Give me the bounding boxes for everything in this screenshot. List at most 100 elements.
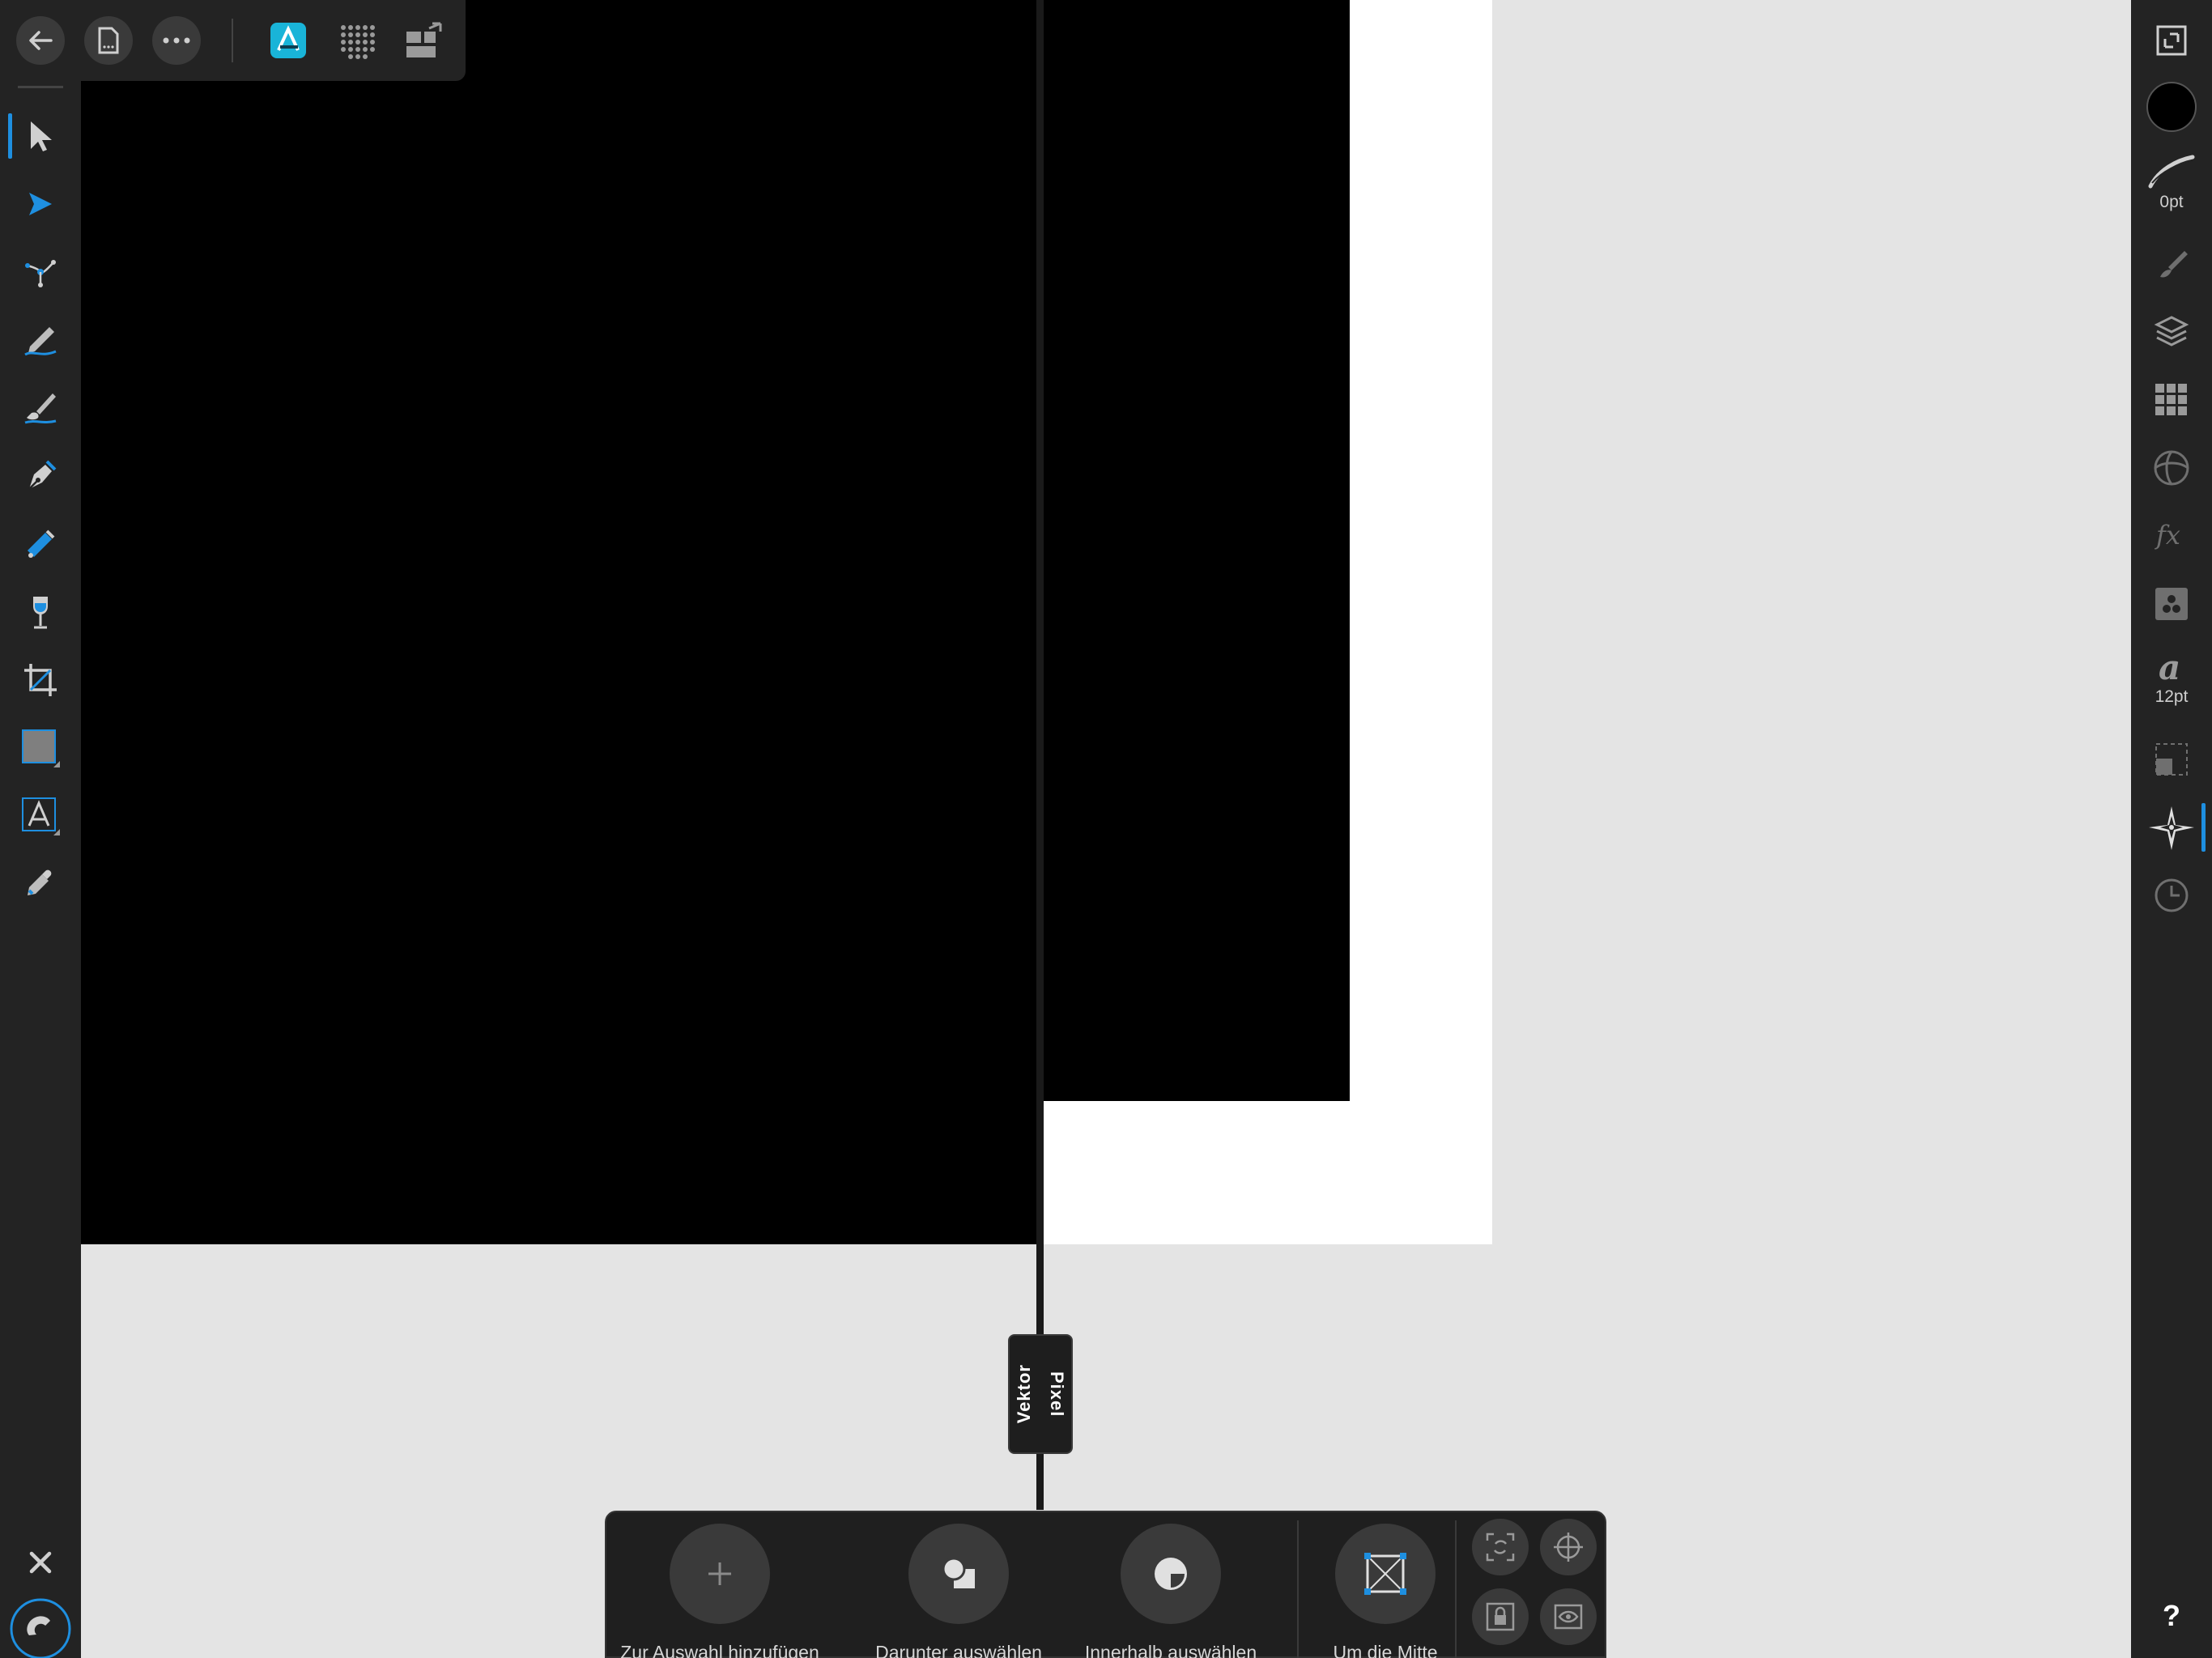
add-to-selection-control[interactable]: Zur Auswahl hinzufügen <box>620 1524 819 1658</box>
adjustments-studio-button[interactable] <box>2131 434 2212 502</box>
rotate-center-control[interactable]: Um die Mitte <box>1296 1524 1474 1658</box>
select-inside-label: Innerhalb auswählen <box>1084 1642 1257 1658</box>
magnet-icon <box>10 1598 71 1658</box>
crop-tool-icon <box>24 664 57 696</box>
context-separator <box>1455 1520 1457 1658</box>
designer-persona-icon <box>270 23 306 58</box>
vector-brush-tool-button[interactable] <box>0 374 81 442</box>
transparency-tool-button[interactable] <box>0 578 81 646</box>
close-icon <box>29 1551 52 1574</box>
stroke-icon <box>2148 155 2195 189</box>
corner-tool-button[interactable] <box>0 238 81 306</box>
history-clock-icon <box>2155 878 2189 912</box>
rectangle-tool-button[interactable] <box>0 714 81 782</box>
node-tool-icon <box>29 193 52 215</box>
pen-tool-button[interactable] <box>0 442 81 510</box>
font-icon: a <box>2159 650 2180 684</box>
select-inside-button[interactable] <box>1121 1524 1221 1624</box>
add-to-selection-button[interactable] <box>670 1524 770 1624</box>
rotate-center-label: Um die Mitte <box>1333 1642 1438 1658</box>
transform-center-icon <box>1364 1553 1406 1595</box>
snapping-button[interactable] <box>0 1595 81 1658</box>
artistic-text-tool-icon <box>22 797 60 835</box>
vector-label: Vektor <box>1014 1364 1034 1424</box>
select-inside-icon <box>1155 1558 1187 1590</box>
artistic-text-tool-button[interactable] <box>0 782 81 850</box>
fullscreen-icon <box>2156 25 2187 56</box>
corner-tool-icon <box>25 260 56 287</box>
cancel-button[interactable] <box>0 1528 81 1596</box>
crop-tool-button[interactable] <box>0 646 81 714</box>
fill-tool-icon <box>28 529 55 558</box>
pixel-persona-button[interactable] <box>332 16 381 65</box>
layers-icon <box>2154 316 2189 346</box>
text-studio-button[interactable]: a 12pt <box>2131 640 2212 717</box>
rotate-object-icon <box>1486 1533 1515 1562</box>
lock-children-icon <box>1486 1602 1515 1631</box>
designer-persona-button[interactable] <box>264 16 313 65</box>
symbols-icon <box>2155 588 2188 620</box>
transform-studio-button[interactable] <box>2131 725 2212 793</box>
brushes-studio-button[interactable] <box>2131 230 2212 298</box>
select-under-control[interactable]: Darunter auswählen <box>870 1524 1048 1658</box>
vector-brush-tool-icon <box>24 393 57 424</box>
navigator-compass-icon <box>2149 806 2194 850</box>
select-under-icon <box>942 1557 975 1588</box>
layers-studio-button[interactable] <box>2131 298 2212 366</box>
black-rectangle-shape[interactable] <box>81 0 1038 1244</box>
select-under-label: Darunter auswählen <box>875 1642 1042 1658</box>
color-swatch-icon <box>2146 82 2197 132</box>
black-rectangle-shape-pixel[interactable] <box>1043 0 1350 1101</box>
swatches-studio-button[interactable] <box>2131 366 2212 434</box>
toolbar-separator <box>232 19 233 62</box>
split-view-divider[interactable] <box>1036 0 1044 1510</box>
stroke-studio-button[interactable]: 0pt <box>2131 144 2212 222</box>
export-persona-button[interactable] <box>400 16 449 65</box>
studio-panel: 0pt fx a 12pt ? <box>2131 0 2212 1658</box>
transparency-tool-icon <box>33 597 48 629</box>
back-button[interactable] <box>16 16 65 65</box>
adjustments-icon <box>2154 450 2189 486</box>
lock-children-button[interactable] <box>1472 1588 1529 1645</box>
move-tool-icon <box>31 121 52 151</box>
font-size-label: 12pt <box>2155 687 2189 706</box>
help-button[interactable]: ? <box>2131 1582 2212 1650</box>
split-view-handle[interactable]: Vektor Pixel <box>1008 1334 1073 1454</box>
select-under-button[interactable] <box>908 1524 1009 1624</box>
more-button[interactable] <box>152 16 201 65</box>
effects-studio-button[interactable]: fx <box>2131 502 2212 570</box>
swatches-grid-icon <box>2155 384 2187 415</box>
tools-panel <box>0 81 81 1658</box>
move-tool-button[interactable] <box>0 102 81 170</box>
fullscreen-button[interactable] <box>2131 6 2212 74</box>
snap-to-center-button[interactable] <box>1540 1519 1597 1575</box>
more-icon <box>163 37 190 44</box>
navigator-studio-button[interactable] <box>2131 793 2212 861</box>
document-menu-button[interactable] <box>84 16 133 65</box>
fx-icon: fx <box>2155 520 2180 551</box>
node-tool-button[interactable] <box>0 170 81 238</box>
export-persona-icon <box>406 22 442 57</box>
app-window: Vektor Pixel 0pt fx a 12pt ? Zur Auswahl… <box>0 0 2212 1658</box>
transform-icon <box>2155 743 2188 776</box>
svg-text:fx: fx <box>2155 520 2180 551</box>
hide-selection-button[interactable] <box>1540 1588 1597 1645</box>
transform-origin-button[interactable] <box>1472 1519 1529 1575</box>
history-studio-button[interactable] <box>2131 861 2212 929</box>
plus-icon <box>708 1562 731 1585</box>
add-to-selection-label: Zur Auswahl hinzufügen <box>620 1642 819 1658</box>
symbols-studio-button[interactable] <box>2131 570 2212 638</box>
stroke-width-label: 0pt <box>2159 193 2184 211</box>
color-studio-button[interactable] <box>2131 73 2212 141</box>
back-arrow-icon <box>29 31 53 50</box>
rotate-center-button[interactable] <box>1335 1524 1436 1624</box>
eye-icon <box>1554 1604 1583 1630</box>
select-inside-control[interactable]: Innerhalb auswählen <box>1082 1524 1260 1658</box>
color-picker-tool-button[interactable] <box>0 850 81 918</box>
pencil-tool-button[interactable] <box>0 306 81 374</box>
crosshair-icon <box>1554 1533 1583 1562</box>
pen-tool-icon <box>28 460 57 490</box>
color-picker-tool-icon <box>28 869 52 895</box>
fill-tool-button[interactable] <box>0 510 81 578</box>
rectangle-tool-icon <box>22 729 60 767</box>
